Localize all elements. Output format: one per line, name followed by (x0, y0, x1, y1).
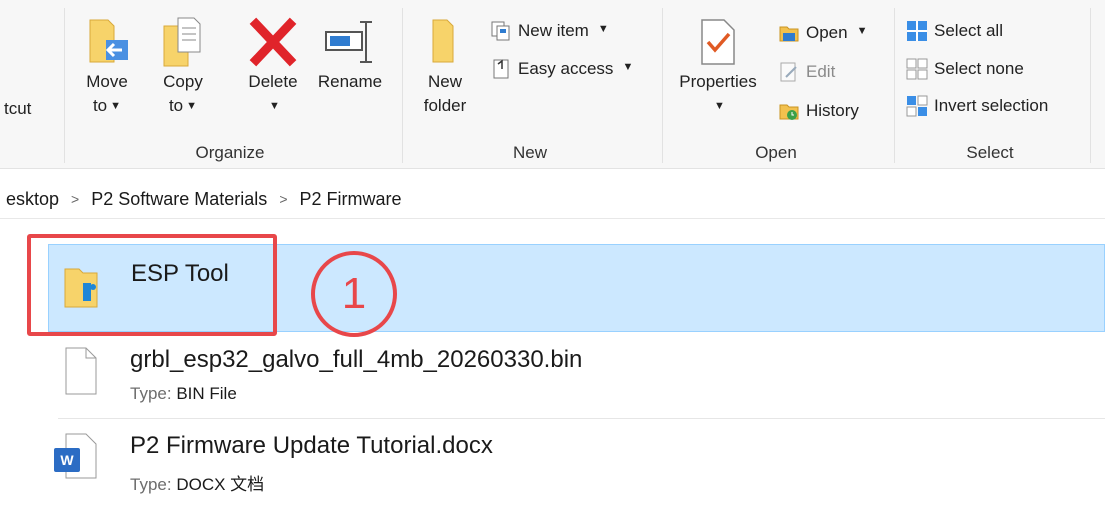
rename-icon (320, 14, 380, 70)
new-folder-icon (425, 14, 465, 70)
file-name: grbl_esp32_galvo_full_4mb_20260330.bin (130, 346, 583, 373)
new-folder-button[interactable]: New folder (414, 14, 476, 118)
cut-label: tcut (4, 99, 32, 118)
edit-label: Edit (806, 62, 836, 81)
dropdown-caret-icon: ▼ (622, 61, 634, 73)
open-button[interactable]: Open ▼ (778, 20, 867, 46)
delete-label: Delete (248, 72, 298, 91)
file-icon (62, 346, 100, 401)
type-label: Type: (130, 384, 172, 403)
select-group-label: Select (966, 143, 1014, 162)
history-button[interactable]: History (778, 98, 859, 124)
open-group-label: Open (755, 143, 797, 162)
move-to-label-1: Move (86, 72, 128, 91)
properties-icon (696, 14, 740, 70)
properties-button[interactable]: Properties ▼ (670, 14, 766, 120)
move-to-label-2: to (92, 96, 108, 115)
edit-button[interactable]: Edit (778, 59, 835, 85)
svg-text:W: W (60, 452, 74, 468)
new-folder-label-1: New (427, 72, 462, 91)
delete-x-icon (248, 14, 298, 70)
delete-button[interactable]: Delete ▼ (240, 14, 306, 120)
new-folder-label-2: folder (423, 96, 467, 115)
select-none-icon (906, 58, 928, 80)
history-label: History (806, 101, 859, 120)
group-separator (1090, 8, 1091, 163)
breadcrumb-chevron-icon[interactable]: > (71, 191, 79, 207)
rename-button[interactable]: Rename (314, 14, 386, 94)
select-all-icon (906, 20, 928, 42)
rename-label: Rename (317, 72, 383, 91)
select-all-button[interactable]: Select all (906, 18, 1003, 44)
file-row-bin[interactable]: grbl_esp32_galvo_full_4mb_20260330.bin T… (48, 340, 1105, 414)
invert-selection-label: Invert selection (934, 96, 1049, 115)
easy-access-icon (490, 58, 512, 80)
breadcrumb-p2-software-materials[interactable]: P2 Software Materials (91, 189, 267, 210)
move-to-icon (82, 14, 132, 70)
cut-button[interactable]: tcut (4, 96, 31, 122)
group-separator (402, 8, 403, 163)
dropdown-caret-icon: ▼ (269, 100, 280, 112)
select-none-button[interactable]: Select none (906, 56, 1024, 82)
dropdown-caret-icon: ▼ (110, 100, 122, 112)
copy-to-button[interactable]: Copy to ▼ (152, 14, 214, 120)
file-type: Type: BIN File (130, 384, 237, 404)
breadcrumb-desktop[interactable]: esktop (6, 189, 59, 210)
invert-selection-button[interactable]: Invert selection (906, 93, 1048, 119)
annotation-step-number: 1 (311, 251, 397, 337)
annotation-highlight-box (27, 234, 277, 336)
group-separator (662, 8, 663, 163)
breadcrumb-chevron-icon[interactable]: > (279, 191, 287, 207)
file-type: Type: DOCX 文档 (130, 470, 264, 495)
open-folder-icon (778, 22, 800, 44)
address-bar[interactable]: esktop > P2 Software Materials > P2 Firm… (0, 180, 1105, 219)
invert-selection-icon (906, 95, 928, 117)
ribbon: tcut Move to ▼ Copy to ▼ Delete ▼ Rename… (0, 0, 1105, 169)
properties-label: Properties (679, 72, 757, 91)
type-value: DOCX 文档 (176, 475, 265, 494)
move-to-button[interactable]: Move to ▼ (76, 14, 138, 120)
organize-group-label: Organize (195, 143, 265, 162)
new-group-label: New (512, 143, 548, 162)
type-label: Type: (130, 475, 172, 494)
breadcrumb-p2-firmware[interactable]: P2 Firmware (300, 189, 402, 210)
copy-to-label-2: to (168, 96, 184, 115)
group-separator (894, 8, 895, 163)
dropdown-caret-icon: ▼ (714, 100, 725, 112)
select-none-label: Select none (934, 59, 1024, 78)
select-all-label: Select all (934, 21, 1003, 40)
dropdown-caret-icon: ▼ (856, 25, 868, 37)
copy-to-label-1: Copy (163, 72, 203, 91)
history-icon (778, 100, 800, 122)
file-name: P2 Firmware Update Tutorial.docx (130, 432, 493, 459)
group-separator (64, 8, 65, 163)
copy-to-icon (158, 14, 208, 70)
dropdown-caret-icon: ▼ (597, 23, 609, 35)
dropdown-caret-icon: ▼ (186, 100, 198, 112)
word-doc-icon: W (52, 430, 100, 487)
row-divider (58, 418, 1105, 419)
edit-pencil-icon (778, 61, 800, 83)
open-label: Open (806, 23, 848, 42)
easy-access-label: Easy access (518, 59, 614, 78)
type-value: BIN File (176, 384, 237, 403)
easy-access-button[interactable]: Easy access ▼ (490, 56, 633, 82)
new-item-label: New item (518, 21, 589, 40)
file-row-docx[interactable]: W P2 Firmware Update Tutorial.docx Type:… (48, 424, 1105, 504)
new-item-icon (490, 20, 512, 42)
new-item-button[interactable]: New item ▼ (490, 18, 609, 44)
